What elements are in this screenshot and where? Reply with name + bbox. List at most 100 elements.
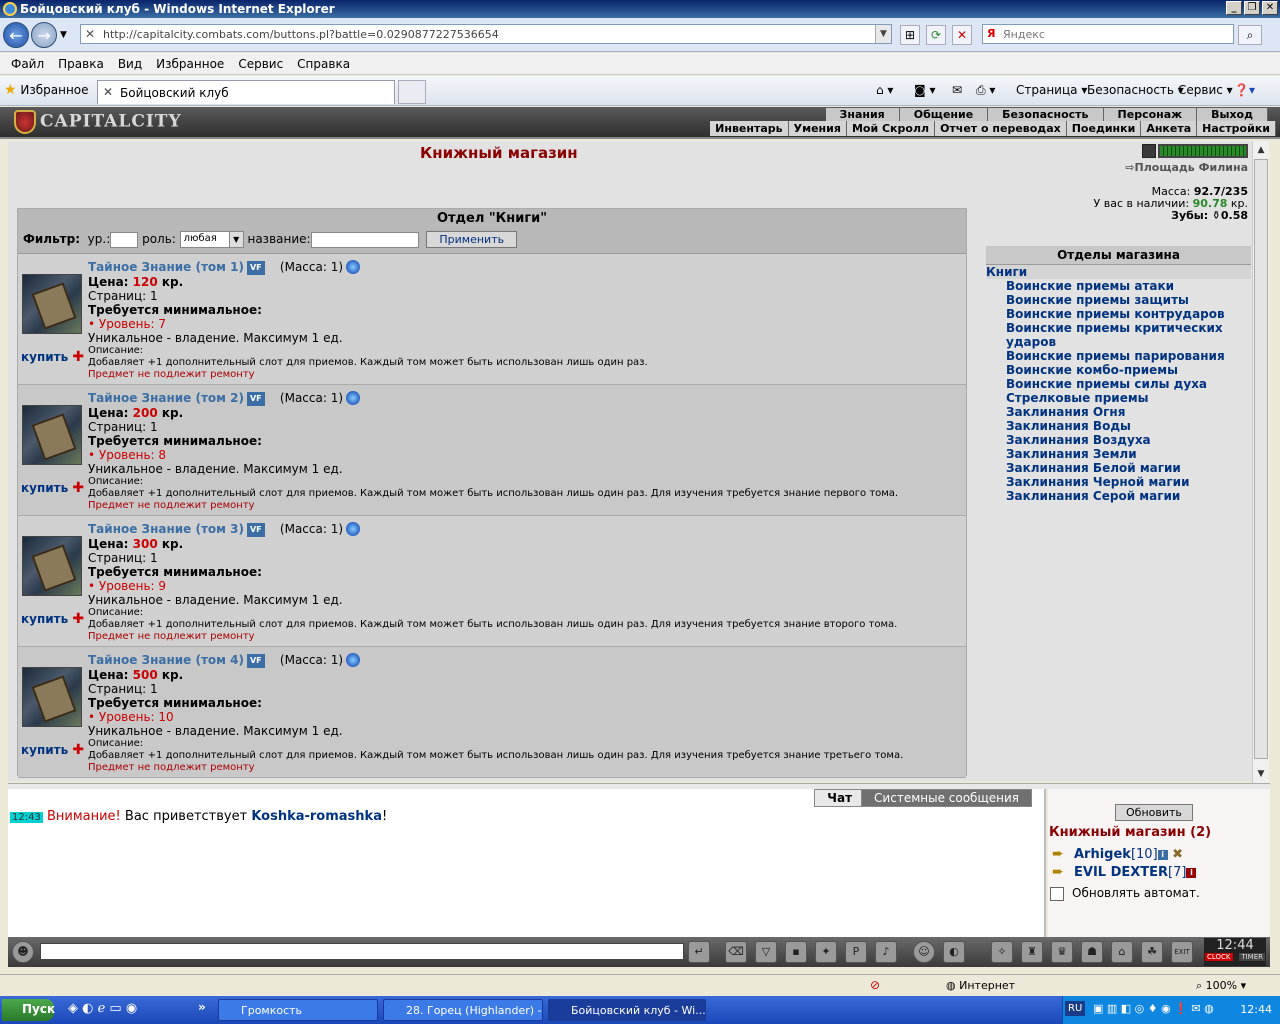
nav-character[interactable]: Персонаж	[1104, 108, 1198, 121]
friends-icon[interactable]: ☘	[1141, 941, 1163, 963]
buy-button[interactable]: купить ✚	[21, 480, 84, 496]
page-menu[interactable]: Страница ▾	[1016, 83, 1087, 97]
mail-icon[interactable]: ✉	[952, 83, 962, 97]
mask-icon[interactable]: ☗	[1081, 941, 1103, 963]
globe-icon[interactable]	[346, 260, 361, 274]
back-button[interactable]: ←	[3, 22, 29, 48]
nav-transfers[interactable]: Отчет о переводах	[935, 121, 1067, 136]
scroll-down-icon[interactable]: ▼	[1254, 766, 1268, 782]
dept-item[interactable]: Заклинания Воды	[986, 419, 1251, 433]
chat-input[interactable]	[40, 943, 684, 960]
clan-icon[interactable]: ♛	[1051, 941, 1073, 963]
dept-item[interactable]: Заклинания Серой магии	[986, 489, 1251, 503]
sound-icon[interactable]: ♪	[875, 941, 897, 963]
help-icon[interactable]: ❓▾	[1234, 83, 1255, 97]
tab-system-messages[interactable]: Системные сообщения	[861, 789, 1032, 807]
dept-item[interactable]: Воинские приемы атаки	[986, 279, 1251, 293]
shop-icon[interactable]: ⌂	[1111, 941, 1133, 963]
character-icon[interactable]	[1142, 143, 1156, 158]
apply-button[interactable]: Применить	[426, 231, 518, 248]
forward-button[interactable]: →	[31, 22, 57, 48]
quicklaunch-more-icon[interactable]: »	[198, 1000, 206, 1014]
message-nick[interactable]: Koshka-romashka	[251, 809, 382, 824]
nav-communication[interactable]: Общение	[900, 108, 989, 121]
new-tab-button[interactable]	[398, 80, 426, 104]
nav-exit[interactable]: Выход	[1197, 108, 1268, 121]
info-icon[interactable]: i	[1186, 867, 1197, 878]
refresh-button[interactable]: Обновить	[1115, 804, 1193, 821]
nav-scroll[interactable]: Мой Скролл	[847, 121, 936, 136]
home-icon[interactable]: ⌂ ▾	[876, 83, 893, 97]
item-name[interactable]: Тайное Знание (том 2)	[88, 391, 244, 405]
pl-icon[interactable]: P	[845, 941, 867, 963]
fighter-icon[interactable]: ✦	[815, 941, 837, 963]
search-input[interactable]: Я Яндекс	[982, 24, 1234, 44]
nav-knowledge[interactable]: Знания	[826, 108, 900, 121]
emotions-icon[interactable]: ◐	[943, 941, 965, 963]
dept-item[interactable]: Заклинания Белой магии	[986, 461, 1251, 475]
menu-favorites[interactable]: Избранное	[149, 53, 231, 74]
close-button[interactable]: ✕	[1262, 1, 1278, 15]
dept-current[interactable]: Книги	[986, 265, 1251, 279]
menu-file[interactable]: Файл	[4, 53, 51, 74]
user-nick[interactable]: EVIL DEXTER	[1074, 865, 1168, 880]
exit-icon[interactable]: EXIT	[1171, 941, 1193, 963]
magic-icon[interactable]: ✧	[991, 941, 1013, 963]
buy-button[interactable]: купить ✚	[21, 611, 84, 627]
auto-refresh[interactable]: Обновлять автомат.	[1050, 886, 1200, 901]
smiley-icon[interactable]: ☺	[913, 941, 935, 963]
location-link[interactable]: ⇨Площадь Филина	[1125, 161, 1248, 174]
menu-view[interactable]: Вид	[111, 53, 149, 74]
menu-tools[interactable]: Сервис	[231, 53, 290, 74]
clock-label[interactable]: CLOCK	[1205, 953, 1233, 961]
level-input[interactable]	[110, 231, 139, 248]
security-menu[interactable]: Безопасность ▾	[1087, 83, 1184, 97]
task-player[interactable]: 28. Горец (Highlander) -...	[383, 999, 543, 1021]
item-name[interactable]: Тайное Знание (том 1)	[88, 260, 244, 274]
address-dropdown-icon[interactable]: ▼	[875, 25, 891, 43]
nav-profile[interactable]: Анкета	[1141, 121, 1198, 136]
smile-head-icon[interactable]: ☻	[12, 941, 34, 963]
dept-item[interactable]: Заклинания Земли	[986, 447, 1251, 461]
globe-icon[interactable]	[346, 391, 361, 405]
feeds-icon[interactable]: ◙ ▾	[914, 83, 935, 97]
menu-edit[interactable]: Правка	[51, 53, 111, 74]
user-nick[interactable]: Arhigek	[1074, 847, 1131, 862]
print-icon[interactable]: ⎙ ▾	[976, 83, 995, 98]
dept-item[interactable]: Заклинания Огня	[986, 405, 1251, 419]
timer-label[interactable]: TIMER	[1239, 953, 1265, 961]
scroll-thumb[interactable]	[1254, 159, 1268, 759]
buy-button[interactable]: купить ✚	[21, 349, 84, 365]
filter-icon[interactable]: ▽	[755, 941, 777, 963]
nav-inventory[interactable]: Инвентарь	[710, 121, 789, 136]
dept-item[interactable]: Стрелковые приемы	[986, 391, 1251, 405]
item-name[interactable]: Тайное Знание (том 4)	[88, 653, 244, 667]
stop-icon[interactable]: ✕	[952, 25, 972, 45]
tray-icons[interactable]: ▣ ▥ ◧ ◎ ♦ ◉ ❗ ✉ ◍	[1093, 1002, 1214, 1015]
maximize-button[interactable]: ❐	[1244, 1, 1260, 15]
main-scrollbar[interactable]: ▲ ▼	[1252, 141, 1269, 783]
nav-duels[interactable]: Поединки	[1067, 121, 1142, 136]
task-volume[interactable]: Громкость	[218, 999, 378, 1021]
dept-item[interactable]: Воинские комбо-приемы	[986, 363, 1251, 377]
buy-button[interactable]: купить ✚	[21, 742, 84, 758]
search-icon[interactable]: ⌕	[1238, 25, 1262, 45]
favorites-button[interactable]: ★ Избранное	[4, 82, 89, 98]
auto-refresh-checkbox[interactable]	[1050, 886, 1064, 901]
nav-settings[interactable]: Настройки	[1197, 121, 1276, 136]
tab-chat[interactable]: Чат	[814, 789, 866, 807]
zoom-control[interactable]: ⌕ 100% ▾	[1196, 979, 1246, 993]
start-button[interactable]: Пуск	[2, 999, 55, 1021]
dept-item[interactable]: Воинские приемы парирования	[986, 349, 1251, 363]
info-icon[interactable]: i	[1157, 849, 1168, 860]
potion-icon[interactable]: ♜	[1021, 941, 1043, 963]
item-name[interactable]: Тайное Знание (том 3)	[88, 522, 244, 536]
task-ie[interactable]: Бойцовский клуб - Wi...	[548, 999, 706, 1021]
compat-view-button[interactable]: ⊞	[900, 25, 920, 45]
send-icon[interactable]: ↵	[688, 941, 710, 963]
scroll-up-icon[interactable]: ▲	[1254, 142, 1268, 158]
clear-icon[interactable]: ⌫	[725, 941, 747, 963]
quicklaunch-icons[interactable]: ◈ ◐ ℯ ▭ ◉	[68, 1001, 137, 1016]
dept-item[interactable]: Воинские приемы критических ударов	[986, 321, 1251, 349]
dept-item[interactable]: Воинские приемы защиты	[986, 293, 1251, 307]
